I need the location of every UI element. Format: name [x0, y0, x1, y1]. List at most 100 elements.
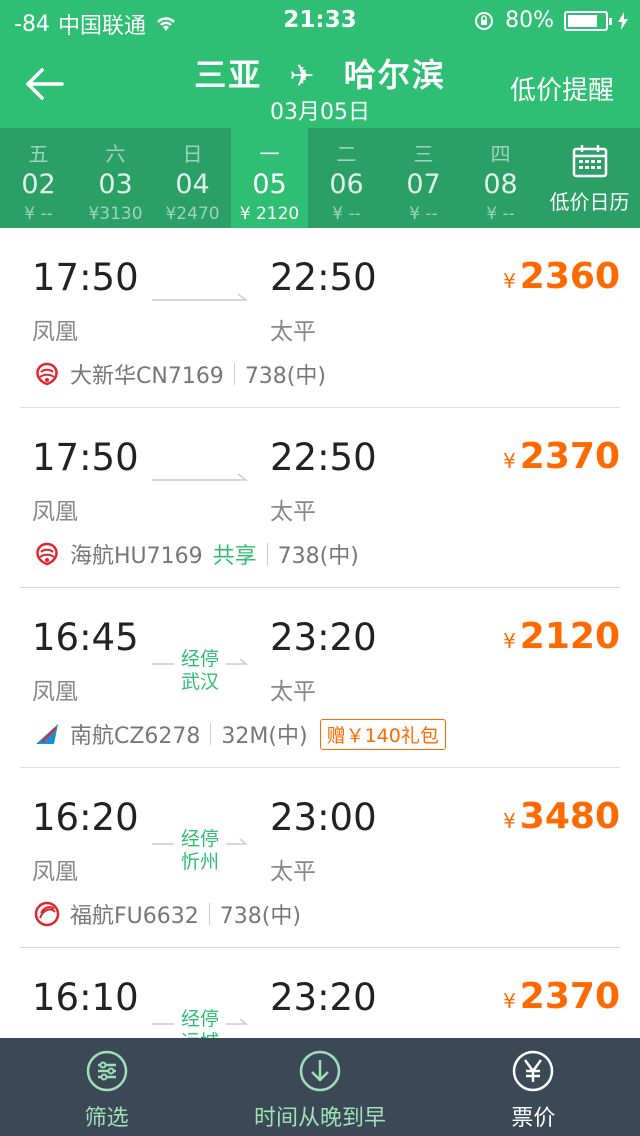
date-day: 02 — [21, 169, 56, 200]
currency-symbol: ¥ — [503, 629, 516, 653]
date-weekday: 三 — [413, 142, 434, 166]
origin-city: 三亚 — [194, 56, 263, 94]
flight-row[interactable]: 16:10 经停 运城 23:20 凤凰 太平 ¥2370 — [20, 948, 620, 1038]
airline-info: 海航HU7169 共享 738(中) — [32, 538, 359, 570]
departure-time: 17:50 — [32, 256, 139, 299]
low-price-alert-button[interactable]: 低价提醒 — [510, 70, 614, 107]
status-bar: -84 中国联通 21:33 80% — [0, 0, 640, 40]
divider — [233, 363, 235, 385]
currency-symbol: ¥ — [503, 269, 516, 293]
arrival-time: 23:00 — [270, 796, 377, 839]
fuzhou-airlines-logo-icon — [34, 901, 60, 927]
rotation-lock-icon — [475, 11, 494, 30]
date-price: ¥ -- — [409, 204, 438, 224]
direct-arrow-icon — [152, 473, 248, 481]
price-value: 2370 — [519, 436, 620, 477]
airline-flight-number: 福航FU6632 — [70, 904, 199, 929]
arrival-airport: 太平 — [270, 499, 316, 525]
down-arrow-circle-icon — [299, 1050, 341, 1092]
divider — [266, 543, 268, 565]
date-price: ¥3130 — [88, 204, 143, 224]
flight-price: ¥2370 — [503, 976, 620, 1017]
airplane-icon: ✈ — [289, 59, 317, 94]
date-weekday: 四 — [490, 142, 511, 166]
stopover-arrow-icon — [152, 658, 248, 665]
departure-airport: 凤凰 — [32, 679, 78, 705]
stopover-indicator: 经停 武汉 — [152, 648, 248, 694]
date-day: 07 — [406, 169, 441, 200]
bottom-toolbar: 筛选 时间从晚到早 票价 — [0, 1038, 640, 1136]
sort-by-time-button[interactable]: 时间从晚到早 — [213, 1038, 426, 1136]
low-price-calendar-button[interactable]: 低价日历 — [539, 128, 640, 228]
date-price: ¥2470 — [165, 204, 220, 224]
date-weekday: 一 — [259, 142, 280, 166]
arrival-time: 23:20 — [270, 616, 377, 659]
charging-icon — [618, 11, 628, 30]
flight-price: ¥2360 — [503, 256, 620, 297]
aircraft-type: 32M(中) — [221, 724, 308, 749]
date-item[interactable]: 二 06 ¥ -- — [308, 128, 385, 228]
filter-icon — [86, 1050, 127, 1092]
arrival-airport: 太平 — [270, 859, 316, 885]
date-price: ¥ 2120 — [239, 204, 300, 224]
airline-flight-number: 海航HU7169 — [70, 544, 203, 569]
stopover-arrow-icon — [152, 838, 248, 845]
price-value: 2370 — [519, 976, 620, 1017]
departure-airport: 凤凰 — [32, 499, 78, 525]
divider — [208, 903, 210, 925]
price-value: 2360 — [519, 256, 620, 297]
battery-percent: 80% — [505, 8, 554, 33]
date-item[interactable]: 日 04 ¥2470 — [154, 128, 231, 228]
stopover-city: 运城 — [152, 1031, 248, 1038]
calendar-label: 低价日历 — [549, 190, 630, 214]
date-item[interactable]: 六 03 ¥3130 — [77, 128, 154, 228]
arrival-time: 23:20 — [270, 976, 377, 1019]
destination-city: 哈尔滨 — [343, 56, 446, 94]
departure-time: 17:50 — [32, 436, 139, 479]
departure-time: 16:10 — [32, 976, 139, 1019]
price-value: 3480 — [519, 796, 620, 837]
calendar-icon — [572, 145, 607, 178]
flight-list[interactable]: 17:50 22:50 凤凰 太平 ¥2360 大新华CN7169 738(中)… — [0, 228, 640, 1038]
arrival-time: 22:50 — [270, 256, 377, 299]
date-weekday: 六 — [105, 142, 126, 166]
date-price: ¥ -- — [486, 204, 515, 224]
date-item[interactable]: 四 08 ¥ -- — [462, 128, 539, 228]
flight-row[interactable]: 17:50 22:50 凤凰 太平 ¥2370 海航HU7169 共享 738(… — [20, 408, 620, 588]
divider — [210, 723, 212, 745]
filter-button[interactable]: 筛选 — [0, 1038, 213, 1136]
airline-flight-number: 南航CZ6278 — [70, 724, 201, 749]
stopover-indicator: 经停 运城 — [152, 1008, 248, 1038]
aircraft-type: 738(中) — [277, 544, 359, 569]
stopover-city: 武汉 — [180, 671, 219, 693]
flight-price: ¥3480 — [503, 796, 620, 837]
departure-airport: 凤凰 — [32, 319, 78, 345]
date-weekday: 二 — [336, 142, 357, 166]
yen-icon — [513, 1050, 554, 1092]
date-item[interactable]: 三 07 ¥ -- — [385, 128, 462, 228]
date-selector: 五 02 ¥ -- 六 03 ¥3130 日 04 ¥2470 一 05 ¥ 2120 二 06 ¥… — [0, 128, 640, 228]
currency-symbol: ¥ — [503, 449, 516, 473]
gift-badge: 赠￥140礼包 — [319, 718, 446, 750]
airline-flight-number: 大新华CN7169 — [70, 364, 224, 389]
arrival-time: 22:50 — [270, 436, 377, 479]
date-item-selected[interactable]: 一 05 ¥ 2120 — [231, 128, 308, 228]
date-item[interactable]: 五 02 ¥ -- — [0, 128, 77, 228]
sort-by-price-button[interactable]: 票价 — [427, 1038, 640, 1136]
flight-row[interactable]: 16:20 经停 忻州 23:00 凤凰 太平 ¥3480 福航FU6632 7… — [20, 768, 620, 948]
price-sort-label: 票价 — [511, 1106, 556, 1131]
sort-time-label: 时间从晚到早 — [253, 1106, 386, 1131]
flight-row[interactable]: 17:50 22:50 凤凰 太平 ¥2360 大新华CN7169 738(中) — [20, 228, 620, 408]
flight-row[interactable]: 16:45 经停 武汉 23:20 凤凰 太平 ¥2120 南航CZ6278 3… — [20, 588, 620, 768]
stopover-indicator: 经停 忻州 — [152, 828, 248, 874]
date-price: ¥ -- — [332, 204, 361, 224]
airline-info: 福航FU6632 738(中) — [32, 898, 301, 930]
flight-price: ¥2370 — [503, 436, 620, 477]
currency-symbol: ¥ — [503, 989, 516, 1013]
date-day: 03 — [98, 169, 133, 200]
currency-symbol: ¥ — [503, 809, 516, 833]
stopover-city: 忻州 — [180, 851, 219, 873]
airline-info: 南航CZ6278 32M(中) 赠￥140礼包 — [32, 718, 446, 750]
filter-label: 筛选 — [84, 1106, 129, 1131]
departure-time: 16:45 — [32, 616, 139, 659]
